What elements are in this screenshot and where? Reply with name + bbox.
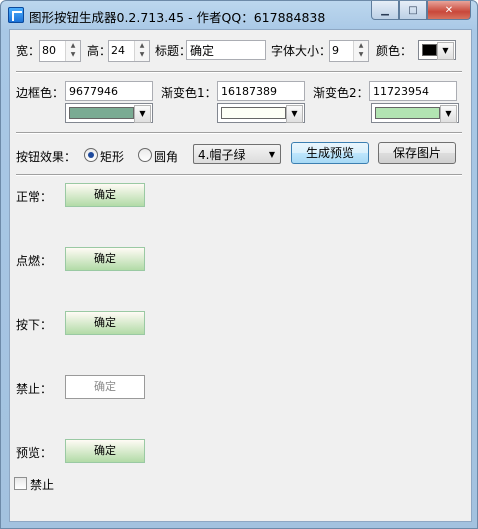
font-color-picker[interactable]: ▼	[418, 40, 456, 60]
spin-down-icon[interactable]: ▼	[66, 50, 80, 59]
normal-preview-button[interactable]: 确定	[65, 183, 145, 207]
spin-up-icon[interactable]: ▲	[135, 41, 149, 50]
rect-radio[interactable]	[84, 148, 98, 162]
fontsize-value: 9	[332, 44, 339, 57]
close-button[interactable]: ✕	[427, 1, 471, 20]
fontsize-spin-arrows[interactable]: ▲ ▼	[353, 41, 368, 61]
height-value: 24	[111, 44, 125, 57]
border-color-picker[interactable]: ▼	[65, 103, 153, 123]
caption-buttons: ▁ □ ✕	[371, 1, 471, 21]
border-color-swatch	[69, 107, 134, 119]
fontsize-spinner[interactable]: 9 ▲ ▼	[329, 40, 369, 62]
app-window: 图形按钮生成器0.2.713.45 - 作者QQ：617884838 ▁ □ ✕…	[0, 0, 478, 529]
title-bar[interactable]: 图形按钮生成器0.2.713.45 - 作者QQ：617884838 ▁ □ ✕	[1, 1, 477, 29]
gradient2-color-picker[interactable]: ▼	[371, 103, 459, 123]
style-select-value: 4.帽子绿	[198, 148, 246, 162]
dropdown-arrow-icon[interactable]: ▼	[437, 42, 454, 60]
hover-preview-button[interactable]: 确定	[65, 247, 145, 271]
separator-3	[16, 174, 462, 176]
disabled-preview-button: 确定	[65, 375, 145, 399]
minimize-button[interactable]: ▁	[371, 1, 399, 20]
window-title: 图形按钮生成器0.2.713.45 - 作者QQ：617884838	[29, 10, 326, 25]
round-radio[interactable]	[138, 148, 152, 162]
preview-label: 预览：	[16, 446, 53, 460]
separator-2	[16, 132, 462, 134]
live-preview-button[interactable]: 确定	[65, 439, 145, 463]
spin-up-icon[interactable]: ▲	[354, 41, 368, 50]
spin-up-icon[interactable]: ▲	[66, 41, 80, 50]
generate-preview-button[interactable]: 生成预览	[291, 142, 369, 164]
width-label: 宽：	[16, 44, 41, 58]
dropdown-arrow-icon[interactable]: ▼	[286, 105, 303, 123]
effect-label: 按钮效果：	[16, 150, 77, 164]
rect-label: 矩形	[100, 150, 125, 164]
minimize-icon: ▁	[381, 4, 389, 16]
disable-checkbox-label: 禁止	[30, 478, 55, 492]
spin-down-icon[interactable]: ▼	[135, 50, 149, 59]
round-label: 圆角	[154, 150, 179, 164]
dropdown-arrow-icon[interactable]: ▼	[134, 105, 151, 123]
maximize-icon: □	[408, 4, 418, 16]
pressed-preview-button[interactable]: 确定	[65, 311, 145, 335]
save-image-button[interactable]: 保存图片	[378, 142, 456, 164]
hover-label: 点燃：	[16, 254, 53, 268]
fontsize-label: 字体大小：	[271, 44, 332, 58]
gradient1-color-picker[interactable]: ▼	[217, 103, 305, 123]
border-color-label: 边框色：	[16, 86, 65, 100]
client-area: 宽： 80 ▲ ▼ 高： 24 ▲ ▼ 标题： 确定 字体大小： 9 ▲ ▼ 颜色： …	[9, 29, 472, 522]
normal-label: 正常：	[16, 190, 53, 204]
height-spin-arrows[interactable]: ▲ ▼	[134, 41, 149, 61]
width-spinner[interactable]: 80 ▲ ▼	[39, 40, 81, 62]
disabled-label: 禁止：	[16, 382, 53, 396]
gradient2-color-swatch	[375, 107, 440, 119]
separator-1	[16, 71, 462, 73]
pressed-label: 按下：	[16, 318, 53, 332]
spin-down-icon[interactable]: ▼	[354, 50, 368, 59]
gradient2-input[interactable]: 11723954	[369, 81, 457, 101]
dropdown-arrow-icon[interactable]: ▼	[440, 105, 457, 123]
gradient1-color-swatch	[221, 107, 286, 119]
gradient1-label: 渐变色1：	[161, 86, 217, 100]
dropdown-arrow-icon: ▼	[268, 150, 275, 159]
maximize-button[interactable]: □	[399, 1, 427, 20]
height-spinner[interactable]: 24 ▲ ▼	[108, 40, 150, 62]
gradient1-input[interactable]: 16187389	[217, 81, 305, 101]
border-color-input[interactable]: 9677946	[65, 81, 153, 101]
width-value: 80	[42, 44, 56, 57]
gradient2-label: 渐变色2：	[313, 86, 369, 100]
caption-input[interactable]: 确定	[186, 40, 266, 60]
close-icon: ✕	[444, 4, 454, 16]
color-label: 颜色：	[376, 44, 413, 58]
font-color-swatch	[422, 44, 437, 56]
app-icon	[8, 7, 24, 23]
width-spin-arrows[interactable]: ▲ ▼	[65, 41, 80, 61]
disable-checkbox[interactable]	[14, 477, 27, 490]
style-select[interactable]: 4.帽子绿 ▼	[193, 144, 281, 164]
